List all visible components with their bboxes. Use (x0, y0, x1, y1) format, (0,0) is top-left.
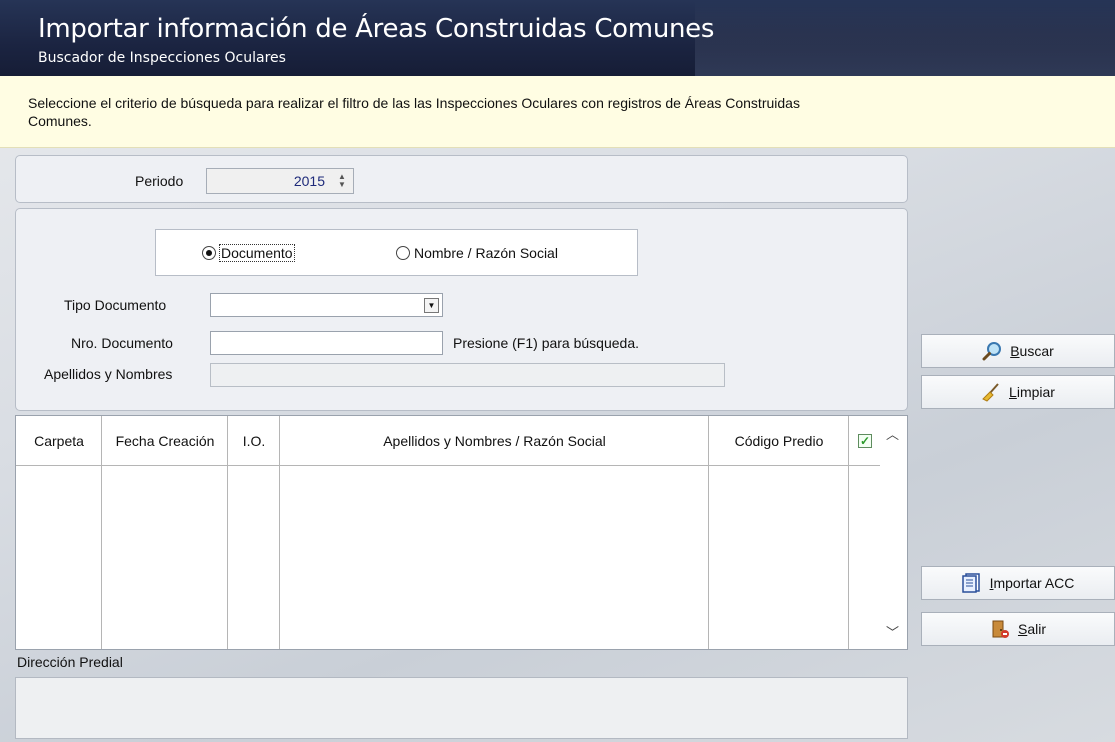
import-document-icon (961, 573, 982, 593)
radio-unselected-icon (396, 246, 410, 260)
instructions-line-2: Comunes. (28, 113, 92, 129)
nro-documento-input[interactable] (210, 331, 443, 355)
exit-door-icon (990, 619, 1010, 639)
buscar-button[interactable]: Buscar (921, 334, 1115, 368)
periodo-label: Periodo (135, 173, 184, 189)
limpiar-label: Limpiar (1009, 384, 1055, 400)
grid-header-codigo[interactable]: Código Predio (709, 416, 849, 466)
grid-header-fecha[interactable]: Fecha Creación (102, 416, 228, 466)
chevron-down-icon[interactable]: ▼ (424, 298, 439, 313)
page-title: Importar información de Áreas Construida… (38, 14, 715, 44)
grid-header-carpeta[interactable]: Carpeta (16, 416, 102, 466)
results-grid[interactable]: Carpeta Fecha Creación I.O. Apellidos y … (15, 415, 908, 650)
limpiar-button[interactable]: Limpiar (921, 375, 1115, 409)
apellidos-label: Apellidos y Nombres (44, 366, 173, 382)
direccion-predial-field (15, 677, 908, 739)
radio-nombre[interactable]: Nombre / Razón Social (396, 245, 558, 261)
grid-header-apellidos[interactable]: Apellidos y Nombres / Razón Social (280, 416, 709, 466)
radio-nombre-label: Nombre / Razón Social (414, 245, 558, 261)
search-icon (982, 341, 1002, 361)
radio-documento-label: Documento (219, 244, 295, 262)
instructions-line-1: Seleccione el criterio de búsqueda para … (28, 95, 800, 111)
page-subtitle: Buscador de Inspecciones Oculares (38, 50, 286, 66)
periodo-value: 2015 (293, 173, 325, 189)
importar-acc-label: Importar ACC (989, 575, 1075, 591)
salir-button[interactable]: Salir (921, 612, 1115, 646)
grid-header-io[interactable]: I.O. (228, 416, 280, 466)
importar-acc-button[interactable]: Importar ACC (921, 566, 1115, 600)
instructions-bar: Seleccione el criterio de búsqueda para … (0, 76, 1115, 148)
nro-documento-label: Nro. Documento (71, 335, 173, 351)
radio-selected-icon (202, 246, 216, 260)
apellidos-field (210, 363, 725, 387)
direccion-predial-label: Dirección Predial (17, 654, 123, 670)
search-mode-group: Documento Nombre / Razón Social (155, 229, 638, 276)
checkbox-checked-icon[interactable]: ✓ (858, 433, 872, 448)
tipo-documento-label: Tipo Documento (64, 297, 167, 313)
f1-hint: Presione (F1) para búsqueda. (453, 335, 639, 351)
grid-scrollbar[interactable]: ︿ ﹀ (880, 416, 907, 649)
scroll-up-icon[interactable]: ︿ (886, 424, 899, 443)
periodo-spinner[interactable]: 2015 ▲ ▼ (206, 168, 354, 194)
broom-icon (981, 382, 1001, 402)
spinner-arrows-icon[interactable]: ▲ ▼ (336, 173, 348, 189)
scroll-down-icon[interactable]: ﹀ (886, 622, 899, 641)
header-gloss (695, 0, 1115, 76)
window-header: Importar información de Áreas Construida… (0, 0, 1115, 76)
grid-header-check[interactable]: ✓ (849, 416, 881, 466)
radio-documento[interactable]: Documento (202, 244, 295, 262)
salir-label: Salir (1017, 621, 1046, 637)
buscar-label: Buscar (1010, 343, 1054, 359)
tipo-documento-select[interactable]: ▼ (210, 293, 443, 317)
